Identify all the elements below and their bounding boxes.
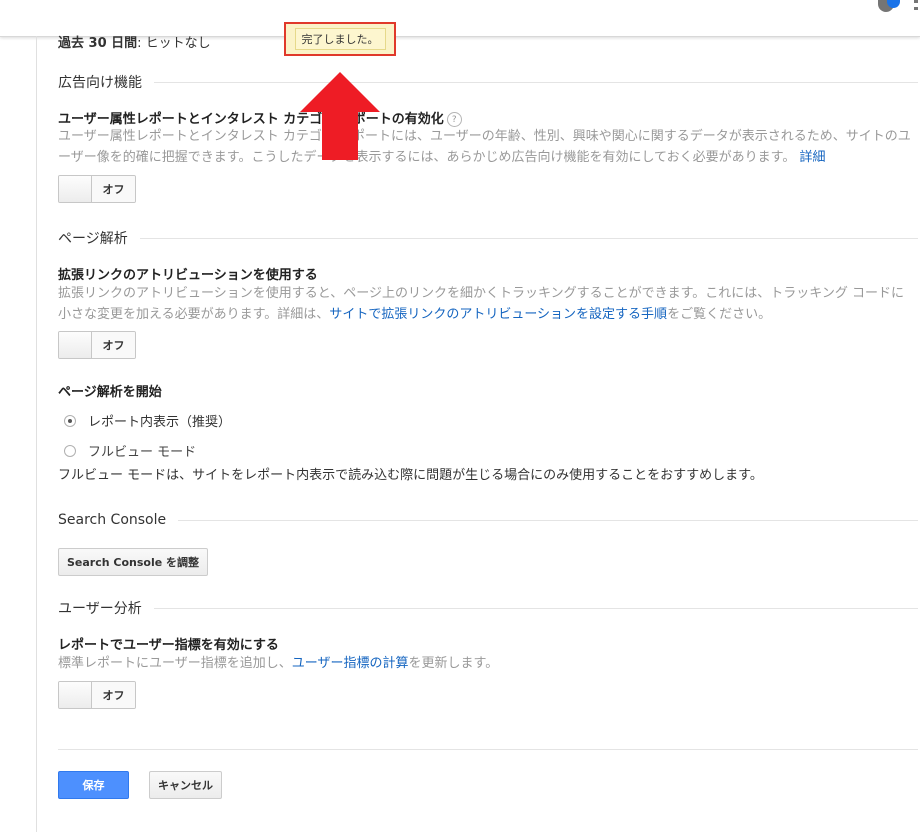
- enhanced-link-description: 拡張リンクのアトリビューションを使用すると、ページ上のリンクを細かくトラッキング…: [58, 283, 913, 325]
- description-text: を更新します。: [408, 656, 499, 671]
- cancel-button[interactable]: キャンセル: [149, 771, 222, 799]
- description-text: をご覧ください。: [667, 307, 772, 322]
- user-metrics-calc-link[interactable]: ユーザー指標の計算: [292, 656, 409, 671]
- hits-value: : ヒットなし: [137, 36, 211, 51]
- section-divider: [153, 607, 918, 609]
- toast-message: 完了しました。: [294, 28, 386, 50]
- page-analytics-start-title: ページ解析を開始: [58, 385, 162, 400]
- annotation-arrow-up-icon: [300, 72, 380, 160]
- radio-in-report[interactable]: レポート内表示（推奨）: [64, 411, 231, 430]
- demographics-toggle[interactable]: オフ: [58, 175, 136, 203]
- toggle-knob: [59, 176, 92, 202]
- section-title: ページ解析: [58, 231, 128, 247]
- enhanced-link-toggle[interactable]: オフ: [58, 331, 136, 359]
- full-view-note: フルビュー モードは、サイトをレポート内表示で読み込む際に問題が生じる場合にのみ…: [58, 468, 763, 483]
- learn-more-link[interactable]: 詳細: [800, 150, 826, 165]
- save-button[interactable]: 保存: [58, 771, 129, 799]
- help-icon[interactable]: ?: [446, 112, 462, 127]
- enhanced-link-setup-link[interactable]: サイトで拡張リンクのアトリビューションを設定する手順: [329, 307, 667, 322]
- truncated-hits-line: 過去 30 日間: ヒットなし: [58, 32, 211, 51]
- section-advertising: 広告向け機能: [58, 72, 918, 92]
- section-divider: [139, 237, 918, 239]
- hits-period: 過去 30 日間: [58, 36, 138, 51]
- user-metrics-description: 標準レポートにユーザー指標を追加し、ユーザー指標の計算を更新します。: [58, 653, 913, 674]
- section-divider: [154, 81, 918, 83]
- toggle-label: オフ: [92, 682, 135, 708]
- description-text: ーザー像を的確に把握できます。こうしたデータを表示するには、あらかじめ広告向け機…: [58, 150, 796, 165]
- toggle-label: オフ: [92, 176, 135, 202]
- description-line: ーザー像を的確に把握できます。こうしたデータを表示するには、あらかじめ広告向け機…: [58, 147, 913, 168]
- description-line: 小さな変更を加える必要があります。詳細は、サイトで拡張リンクのアトリビューション…: [58, 304, 913, 325]
- section-user-analysis: ユーザー分析: [58, 598, 918, 618]
- footer-divider: [58, 749, 918, 750]
- description-line: ユーザー属性レポートとインタレスト カテゴリ レポートには、ユーザーの年齢、性別…: [58, 129, 911, 144]
- demographics-setting-title: ユーザー属性レポートとインタレスト カテゴリ レポートの有効化?: [58, 108, 462, 127]
- toggle-knob: [59, 682, 92, 708]
- kebab-icon[interactable]: [914, 0, 918, 10]
- description-text: 小さな変更を加える必要があります。詳細は、: [58, 307, 330, 322]
- notification-badge: [887, 0, 900, 8]
- section-title: 広告向け機能: [58, 75, 142, 91]
- radio-label: フルビュー モード: [88, 445, 197, 460]
- radio-full-view[interactable]: フルビュー モード: [64, 441, 196, 460]
- section-divider: [178, 519, 918, 521]
- section-title: Search Console: [58, 512, 167, 528]
- description-line: 拡張リンクのアトリビューションを使用すると、ページ上のリンクを細かくトラッキング…: [58, 286, 905, 301]
- enhanced-link-title: 拡張リンクのアトリビューションを使用する: [58, 268, 318, 283]
- toggle-label: オフ: [92, 332, 135, 358]
- radio-button-checked[interactable]: [64, 414, 76, 427]
- description-text: 標準レポートにユーザー指標を追加し、: [58, 656, 292, 671]
- user-metrics-title: レポートでユーザー指標を有効にする: [58, 638, 279, 653]
- section-search-console: Search Console: [58, 512, 918, 528]
- radio-button[interactable]: [64, 444, 76, 457]
- demographics-setting-label: ユーザー属性レポートとインタレスト カテゴリ レポートの有効化: [58, 112, 444, 127]
- adjust-search-console-button[interactable]: Search Console を調整: [58, 548, 209, 576]
- section-page-analytics: ページ解析: [58, 228, 918, 248]
- demographics-description: ユーザー属性レポートとインタレスト カテゴリ レポートには、ユーザーの年齢、性別…: [58, 126, 913, 168]
- radio-label: レポート内表示（推奨）: [88, 415, 232, 430]
- user-metrics-toggle[interactable]: オフ: [58, 681, 136, 709]
- toggle-knob: [59, 332, 92, 358]
- section-title: ユーザー分析: [58, 601, 142, 617]
- success-toast: 完了しました。: [284, 22, 396, 56]
- left-divider: [36, 36, 37, 832]
